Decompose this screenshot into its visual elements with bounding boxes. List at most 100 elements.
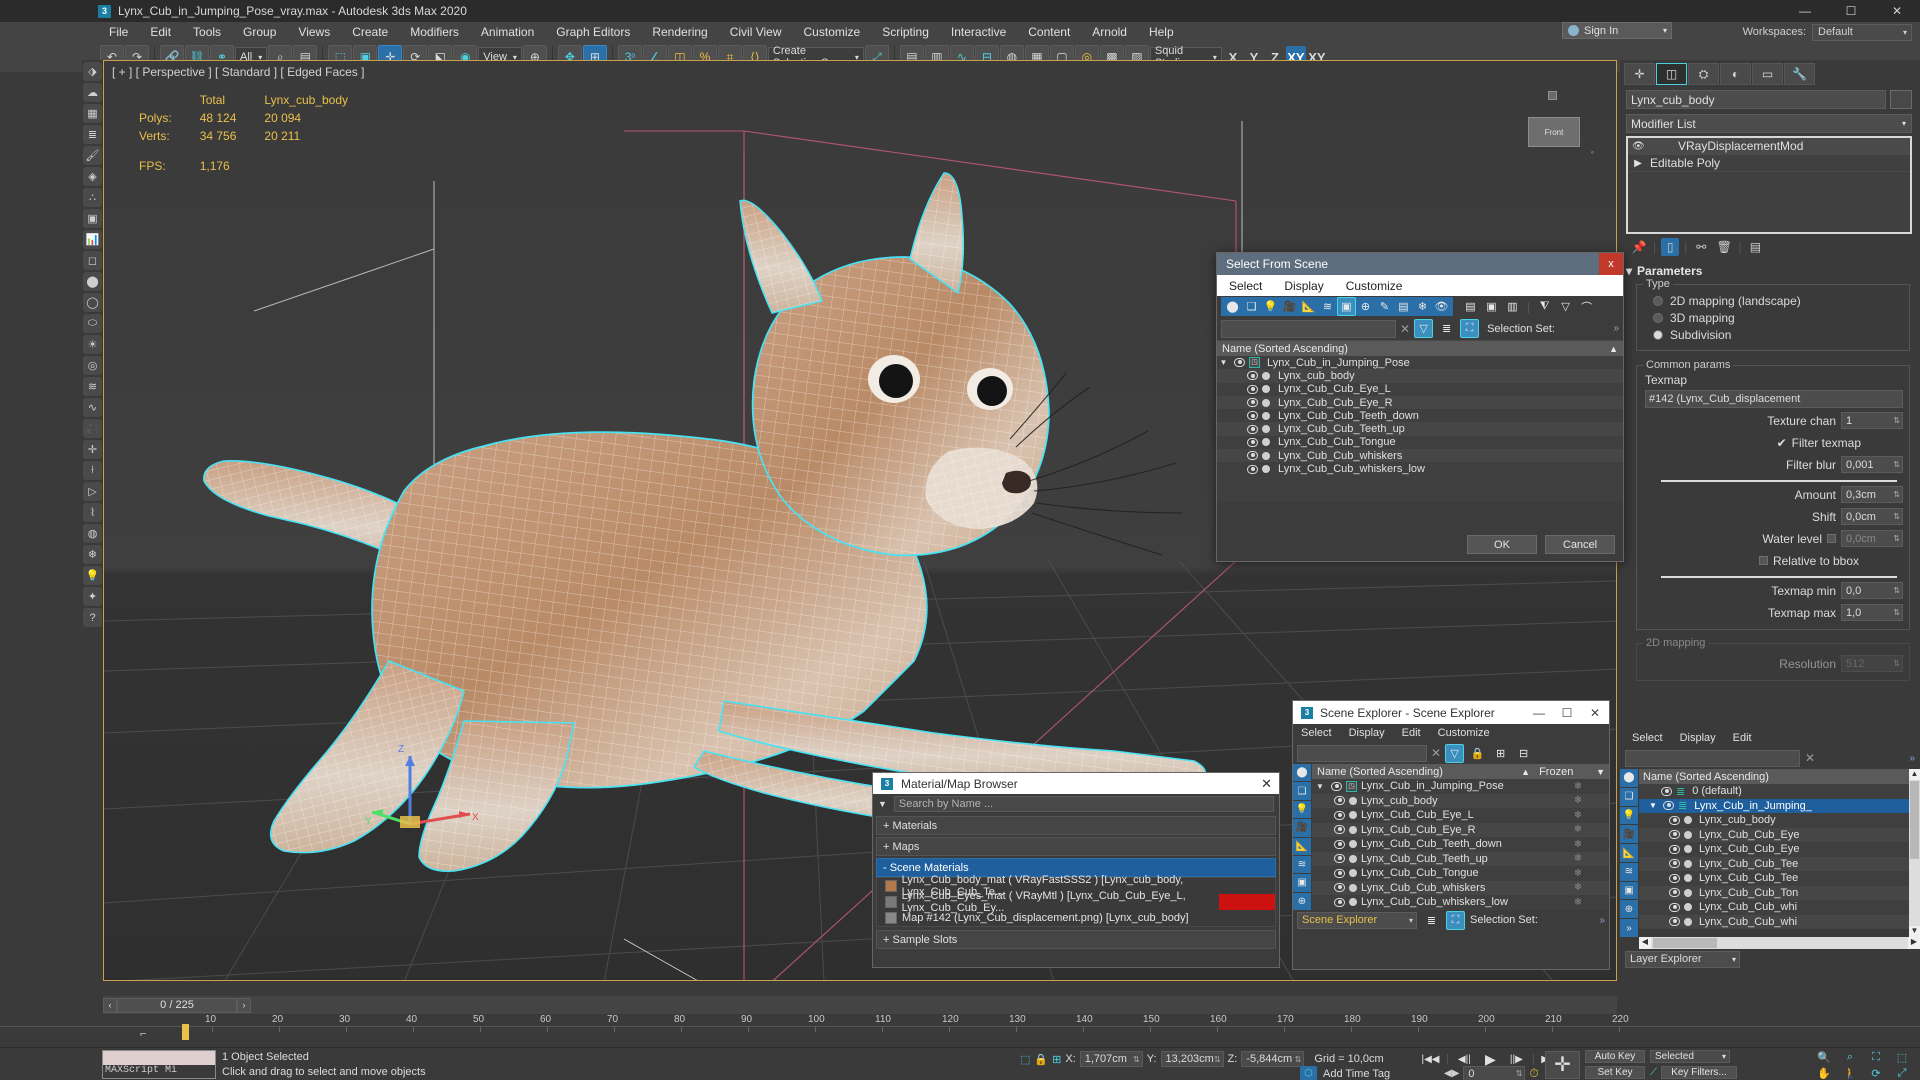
menu-civil-view[interactable]: Civil View (719, 22, 793, 42)
eye-icon[interactable] (1669, 902, 1680, 912)
lex-tree-item[interactable]: Lynx_Cub_Cub_Eye (1639, 842, 1909, 857)
modifier-stack-item[interactable]: 👁 VRayDisplacementMod (1628, 138, 1910, 155)
sets-icon[interactable]: ⌒ (1577, 297, 1596, 316)
go-to-start-button[interactable]: |◀◀ (1420, 1051, 1441, 1067)
display-detail-icon[interactable]: ▥ (1503, 297, 1522, 316)
cameras-filter-icon[interactable]: 🎥 (1293, 819, 1311, 837)
menu-graph-editors[interactable]: Graph Editors (545, 22, 641, 42)
menu-scripting[interactable]: Scripting (871, 22, 940, 42)
lock-icon[interactable]: 🔒 (1034, 1053, 1048, 1066)
eye-icon[interactable] (1669, 830, 1680, 840)
play-animation-button[interactable]: ▶ (1480, 1051, 1501, 1067)
geometry-filter-icon[interactable]: ⬤ (1223, 297, 1242, 316)
x-field[interactable]: 1,707cm ⇅ (1079, 1051, 1143, 1067)
object-dot-icon[interactable] (1349, 869, 1357, 878)
eye-icon[interactable] (1669, 888, 1680, 898)
spinner-icon[interactable]: ⇅ (1214, 1055, 1221, 1064)
tab-motion[interactable]: ◐ (1720, 63, 1751, 85)
select-from-scene-dialog[interactable]: Select From Scene x Select Display Customi… (1216, 252, 1624, 562)
spinner-icon[interactable]: ⇅ (1893, 659, 1900, 668)
clear-search-icon[interactable]: ✕ (1805, 751, 1815, 765)
object-dot-icon[interactable] (1262, 411, 1270, 420)
xrefs-filter-icon[interactable]: ⊕ (1356, 297, 1375, 316)
menu-views[interactable]: Views (287, 22, 341, 42)
eye-icon[interactable] (1334, 883, 1345, 893)
type-radio-option[interactable]: 2D mapping (landscape) (1643, 292, 1903, 309)
square-icon[interactable]: ◻ (83, 251, 102, 270)
lex-tree-item[interactable]: Lynx_Cub_Cub_Tee (1639, 856, 1909, 871)
layer-icon[interactable]: ≣ (1678, 799, 1687, 812)
select-from-scene-column-header[interactable]: Name (Sorted Ascending) ▲ (1217, 340, 1623, 356)
show-end-result-icon[interactable]: ▯ (1661, 238, 1680, 256)
shapes-filter-icon[interactable]: ❑ (1293, 782, 1311, 800)
type-radio-option[interactable]: Subdivision (1643, 326, 1903, 343)
scene-explorer-window[interactable]: 3 Scene Explorer - Scene Explorer — ☐ ✕ … (1292, 700, 1610, 970)
tab-create[interactable]: ✛ (1624, 63, 1655, 85)
view-cube[interactable]: Front ◦ (1510, 89, 1596, 159)
absolute-relative-toggle-icon[interactable]: ⊞ (1052, 1053, 1061, 1066)
sce-tree-item[interactable]: Lynx_Cub_Cub_Teeth_down ❄ (1312, 837, 1609, 852)
anim-icon[interactable]: ▷ (83, 482, 102, 501)
lex-tree-item[interactable]: Lynx_Cub_Cub_Tee (1639, 871, 1909, 886)
lex-tree-item[interactable]: ▼ ≣ Lynx_Cub_in_Jumping_ (1639, 798, 1909, 813)
light-icon[interactable]: 💡 (83, 566, 102, 585)
y-field[interactable]: 13,203cm ⇅ (1160, 1051, 1224, 1067)
lex-menu-display[interactable]: Display (1680, 732, 1716, 744)
object-dot-icon[interactable] (1684, 917, 1692, 926)
sce-menu-customize[interactable]: Customize (1438, 727, 1490, 739)
camera-icon[interactable]: 🎥 (83, 419, 102, 438)
minimize-icon[interactable]: — (1525, 701, 1553, 724)
lex-tree-item[interactable]: ≣ 0 (default) (1639, 784, 1909, 799)
object-dot-icon[interactable] (1349, 883, 1357, 892)
tab-hierarchy[interactable]: ⛭ (1688, 63, 1719, 85)
hscroll-thumb[interactable] (1653, 938, 1717, 948)
particle-icon[interactable]: ❄ (83, 545, 102, 564)
menu-tools[interactable]: Tools (182, 22, 232, 42)
key-mode-combo[interactable]: Selected ▾ (1650, 1050, 1730, 1063)
cylinder-icon[interactable]: ⬭ (83, 314, 102, 333)
time-configuration-icon[interactable]: ⏱ (1529, 1066, 1538, 1080)
add-time-tag-row[interactable]: ⬡ Add Time Tag (1300, 1066, 1390, 1080)
expand-all-icon[interactable]: ⊞ (1491, 744, 1510, 763)
lex-tree-item[interactable]: Lynx_Cub_Cub_whi (1639, 914, 1909, 929)
eye-icon[interactable] (1661, 786, 1672, 796)
spline-icon[interactable]: ∿ (83, 398, 102, 417)
cameras-filter-icon[interactable]: 🎥 (1280, 297, 1299, 316)
current-frame-display[interactable]: 0 / 225 (117, 997, 237, 1013)
menu-customize[interactable]: Customize (793, 22, 872, 42)
layer-explorer-column-header[interactable]: Name (Sorted Ascending) (1639, 769, 1909, 784)
sfs-tree-item[interactable]: Lynx_Cub_Cub_Teeth_down (1217, 409, 1623, 423)
helper-icon[interactable]: ✛ (83, 440, 102, 459)
eye-icon[interactable] (1334, 897, 1345, 907)
lights-filter-icon[interactable]: 💡 (1620, 806, 1638, 825)
eye-icon[interactable] (1247, 371, 1258, 381)
menu-group[interactable]: Group (232, 22, 287, 42)
expand-icon[interactable]: » (1909, 753, 1915, 764)
maximize-viewport-icon[interactable]: ⤢ (1890, 1066, 1914, 1080)
eye-icon[interactable] (1334, 854, 1345, 864)
close-icon[interactable]: ✕ (1261, 776, 1272, 792)
box-icon[interactable]: ▣ (83, 209, 102, 228)
next-frame-button[interactable]: ||▶ (1506, 1051, 1527, 1067)
set-key-button[interactable]: Set Key (1585, 1066, 1645, 1079)
lights-filter-icon[interactable]: 💡 (1261, 297, 1280, 316)
texture-channel-field[interactable]: 1 ⇅ (1841, 412, 1903, 429)
menu-content[interactable]: Content (1017, 22, 1081, 42)
maximize-icon[interactable]: ☐ (1828, 0, 1874, 22)
spinner-icon[interactable]: ⇅ (1893, 512, 1900, 521)
group-icon[interactable]: ◳ (1249, 357, 1260, 369)
chart-icon[interactable]: 📊 (83, 230, 102, 249)
parameters-rollout-header[interactable]: ▾ Parameters (1626, 264, 1912, 278)
brush-icon[interactable]: 🖌 (83, 146, 102, 165)
section-sample-slots[interactable]: + Sample Slots (876, 930, 1276, 949)
object-dot-icon[interactable] (1349, 840, 1357, 849)
hierarchy-icon[interactable]: ⛶ (1446, 910, 1465, 930)
frozen-toggle-icon[interactable]: ❄ (1547, 839, 1609, 850)
helpers-filter-icon[interactable]: 📐 (1293, 837, 1311, 855)
eye-icon[interactable] (1331, 781, 1342, 791)
object-dot-icon[interactable] (1684, 859, 1692, 868)
scroll-down-icon[interactable]: ▼ (1909, 926, 1920, 937)
trackbar[interactable]: ‹ 0 / 225 › (103, 996, 1617, 1014)
minimize-icon[interactable]: — (1782, 0, 1828, 22)
expand-arrow-icon[interactable]: ▼ (1316, 782, 1327, 791)
